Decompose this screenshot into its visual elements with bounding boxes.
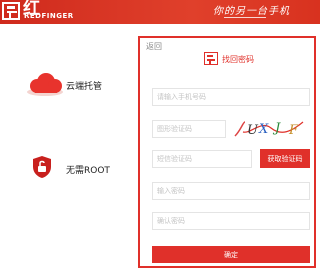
- password-input[interactable]: [152, 182, 310, 200]
- captcha-image[interactable]: U X J F: [231, 116, 307, 140]
- confirm-button[interactable]: 确定: [152, 246, 310, 263]
- redfinger-logo-icon: [2, 2, 20, 20]
- shield-unlock-icon: [33, 156, 51, 178]
- feature-label-cloud-hosting: 云端托管: [66, 82, 103, 92]
- feature-no-root: 无需ROOT: [32, 155, 132, 185]
- svg-text:X: X: [258, 122, 269, 137]
- svg-text:F: F: [288, 123, 299, 138]
- sms-code-input[interactable]: [152, 150, 252, 168]
- svg-text:U: U: [247, 123, 259, 138]
- brand-name-cn: 红手指: [23, 0, 41, 69]
- back-link[interactable]: 返回: [146, 41, 162, 52]
- phone-input[interactable]: [152, 88, 310, 106]
- captcha-input[interactable]: [152, 120, 226, 138]
- reset-password-panel: 返回 找回密码 U X J F 获取验证码 确定: [138, 36, 316, 268]
- cloud-icon: [27, 73, 63, 96]
- slogan-underline: [224, 17, 266, 18]
- brand-name-en: REDFINGER: [24, 12, 74, 20]
- panel-title-text: 找回密码: [222, 55, 254, 64]
- slogan: 你的另一台手机: [213, 6, 290, 17]
- feature-cloud-hosting: 云端托管: [26, 70, 126, 100]
- confirm-password-input[interactable]: [152, 212, 310, 230]
- reset-password-icon: [204, 52, 218, 65]
- top-banner: 红手指 REDFINGER 你的另一台手机: [0, 0, 320, 69]
- svg-text:J: J: [272, 121, 281, 136]
- feature-label-no-root: 无需ROOT: [66, 166, 110, 176]
- get-sms-code-button[interactable]: 获取验证码: [260, 149, 310, 168]
